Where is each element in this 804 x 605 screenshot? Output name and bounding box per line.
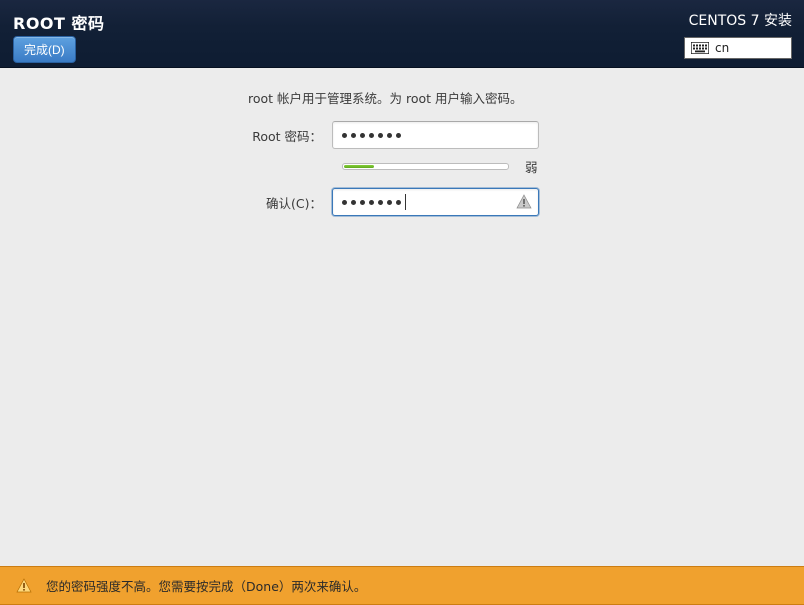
warning-message: 您的密码强度不高。您需要按完成（Done）两次来确认。 — [46, 576, 366, 595]
password-input-wrap — [332, 121, 539, 149]
keyboard-icon — [691, 42, 709, 54]
root-password-form: root 帐户用于管理系统。为 root 用户输入密码。 Root 密码： 弱 … — [0, 88, 804, 216]
password-row: Root 密码： — [0, 121, 804, 149]
content-area: root 帐户用于管理系统。为 root 用户输入密码。 Root 密码： 弱 … — [0, 68, 804, 566]
warning-bar: 您的密码强度不高。您需要按完成（Done）两次来确认。 — [0, 566, 804, 605]
password-strength-fill — [344, 165, 374, 168]
password-strength-meter — [342, 163, 509, 170]
confirm-label: 确认(C)： — [0, 193, 332, 212]
confirm-row: 确认(C)： — [0, 188, 804, 216]
password-label: Root 密码： — [0, 126, 332, 145]
installer-title: CENTOS 7 安装 — [684, 10, 792, 37]
keyboard-layout-label: cn — [715, 41, 729, 55]
done-button[interactable]: 完成(D) — [13, 36, 76, 63]
keyboard-layout-indicator[interactable]: cn — [684, 37, 792, 59]
root-password-input[interactable] — [332, 121, 539, 149]
header-right: CENTOS 7 安装 cn — [684, 10, 792, 59]
confirm-password-input[interactable] — [332, 188, 539, 216]
header: ROOT 密码 完成(D) CENTOS 7 安装 cn — [0, 0, 804, 68]
password-strength-label: 弱 — [525, 157, 538, 176]
form-description: root 帐户用于管理系统。为 root 用户输入密码。 — [0, 88, 804, 107]
warning-icon — [16, 578, 32, 594]
strength-row: 弱 — [0, 157, 804, 176]
confirm-input-wrap — [332, 188, 539, 216]
page-title: ROOT 密码 — [13, 10, 105, 34]
